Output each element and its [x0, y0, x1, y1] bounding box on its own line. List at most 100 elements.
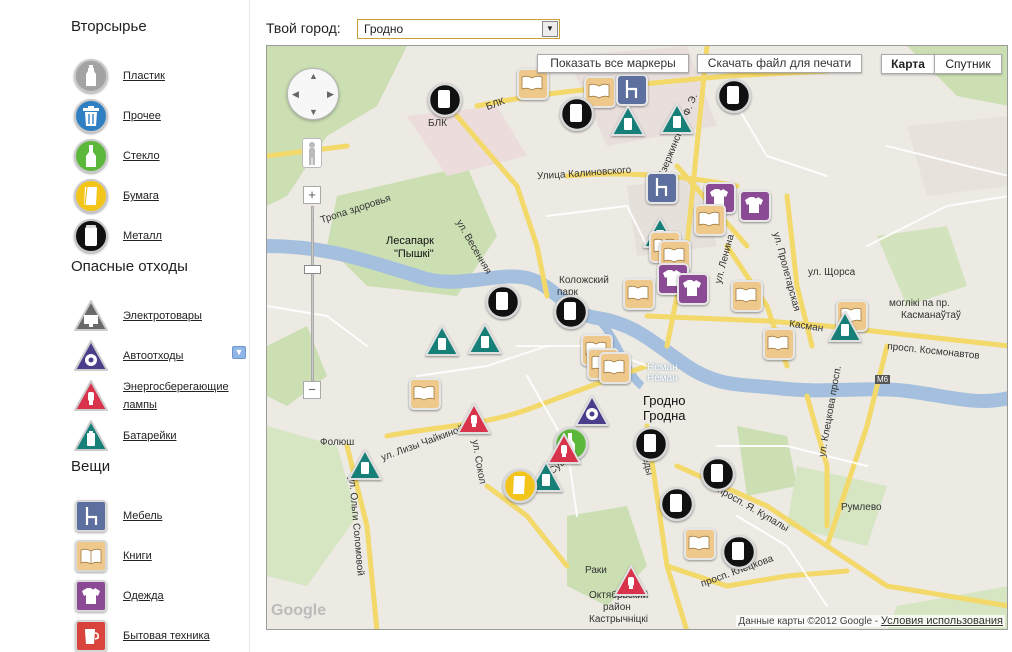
pan-control[interactable]: ▲ ▼ ◀ ▶ — [287, 68, 339, 120]
sidebar-item-label: Стекло — [123, 150, 160, 162]
city-select[interactable]: Гродно ▼ — [357, 19, 560, 39]
highway-badge: M6 — [875, 375, 891, 384]
plastic-bottle-icon — [74, 59, 108, 93]
section-title-things: Вещи — [71, 458, 111, 475]
sidebar-item-paper[interactable]: Бумага — [73, 176, 249, 216]
trash-bin-icon — [74, 99, 108, 133]
appliance-icon — [75, 620, 107, 652]
map-marker-lamps[interactable] — [613, 564, 649, 605]
map-marker-clothes[interactable] — [737, 188, 773, 229]
sidebar-item-appliances[interactable]: Бытовая техника — [73, 616, 249, 652]
sidebar-item-other[interactable]: Прочее — [73, 96, 249, 136]
chair-icon — [75, 500, 107, 532]
map-marker-books[interactable] — [692, 202, 728, 243]
map-marker-books[interactable] — [761, 326, 797, 367]
map-type-map-button[interactable]: Карта — [881, 54, 935, 74]
zoom-in-button[interactable]: + — [303, 186, 321, 204]
sidebar-item-clothes[interactable]: Одежда — [73, 576, 249, 616]
map-marker-books[interactable] — [729, 278, 765, 319]
map[interactable]: БЛК БЛК Улица Калиновского ул. Дзержинск… — [266, 45, 1008, 630]
sidebar-item-label: Книги — [123, 550, 152, 562]
chevron-down-icon[interactable]: ▼ — [232, 346, 246, 359]
sidebar-item-lamps[interactable]: Энергосберегающие лампы — [73, 376, 249, 416]
sidebar-item-label: Металл — [123, 230, 162, 242]
section-title-recyclables: Вторсырье — [71, 18, 147, 35]
map-marker-metal[interactable] — [721, 534, 757, 575]
map-marker-metal[interactable] — [700, 456, 736, 497]
map-marker-furniture[interactable] — [644, 170, 680, 211]
zoom-slider-handle[interactable] — [304, 265, 321, 274]
map-marker-metal[interactable] — [716, 78, 752, 119]
zoom-out-button[interactable]: − — [303, 381, 321, 399]
map-label: Коложский — [559, 275, 609, 286]
sidebar-item-label: Пластик — [123, 70, 165, 82]
map-marker-metal[interactable] — [485, 284, 521, 325]
sidebar-item-label: Мебель — [123, 510, 163, 522]
terms-link[interactable]: Условия использования — [881, 615, 1003, 627]
sidebar-item-batteries[interactable]: Батарейки — [73, 416, 249, 456]
map-label: Фолюш — [320, 437, 355, 448]
tire-icon — [74, 340, 108, 371]
map-label: Румлево — [841, 502, 882, 513]
map-label: моглікі па пр. — [889, 298, 950, 309]
sidebar-item-plastic[interactable]: Пластик — [73, 56, 249, 96]
arrow-up-icon[interactable]: ▲ — [309, 71, 318, 81]
page: Вторсырье Пластик Прочее Стекло Бумага М… — [0, 0, 1012, 652]
map-copyright: Данные карты ©2012 Google - Условия испо… — [736, 615, 1005, 627]
monitor-icon — [74, 300, 108, 331]
map-marker-batteries[interactable] — [827, 310, 863, 351]
map-marker-batteries[interactable] — [424, 324, 460, 365]
arrow-right-icon[interactable]: ▶ — [327, 89, 334, 100]
sidebar-item-label: Одежда — [123, 590, 164, 602]
sidebar-item-furniture[interactable]: Мебель — [73, 496, 249, 536]
map-marker-books[interactable] — [407, 376, 443, 417]
map-label: "Пышкі" — [394, 248, 434, 260]
map-marker-metal[interactable] — [559, 96, 595, 137]
map-marker-batteries[interactable] — [659, 102, 695, 143]
map-label: Нёман — [647, 373, 678, 384]
map-marker-paper[interactable] — [502, 468, 538, 509]
sidebar-item-glass[interactable]: Стекло — [73, 136, 249, 176]
map-marker-lamps[interactable] — [456, 402, 492, 443]
sidebar-item-electronics[interactable]: Электротовары — [73, 296, 249, 336]
map-marker-metal[interactable] — [427, 82, 463, 123]
map-type-satellite-button[interactable]: Спутник — [934, 54, 1002, 74]
map-marker-books[interactable] — [682, 526, 718, 567]
sidebar-item-metal[interactable]: Металл — [73, 216, 249, 256]
arrow-left-icon[interactable]: ◀ — [292, 89, 299, 100]
map-marker-metal[interactable] — [633, 426, 669, 467]
lamps-label-line1: Энергосберегающие — [123, 381, 229, 393]
map-marker-batteries[interactable] — [347, 448, 383, 489]
map-label: Гродна — [643, 408, 686, 423]
sidebar-item-label: Электротовары — [123, 310, 202, 322]
lamps-label-line2: лампы — [123, 399, 157, 411]
map-label: Неман — [647, 362, 678, 373]
map-marker-batteries[interactable] — [610, 104, 646, 145]
map-label: ул. Щорса — [808, 267, 856, 278]
map-label: Раки — [585, 565, 607, 576]
map-marker-books[interactable] — [621, 276, 657, 317]
show-all-markers-button[interactable]: Показать все маркеры — [537, 54, 689, 73]
map-label: Кастрычніцкі — [589, 614, 648, 625]
copyright-text: Данные карты ©2012 Google - — [738, 616, 879, 627]
map-marker-clothes[interactable] — [675, 271, 711, 312]
download-print-button[interactable]: Скачать файл для печати — [697, 54, 862, 73]
map-marker-books[interactable] — [597, 350, 633, 391]
section-title-hazardous: Опасные отходы — [71, 258, 188, 275]
city-selected-value: Гродно — [364, 22, 404, 36]
street-view-pegman-icon[interactable] — [302, 138, 322, 168]
sidebar: Вторсырье Пластик Прочее Стекло Бумага М… — [0, 0, 250, 652]
map-label: Касманаўтаў — [901, 310, 961, 321]
zoom-slider-track[interactable] — [311, 206, 314, 381]
city-label: Твой город: — [266, 20, 341, 36]
sidebar-item-auto[interactable]: Автоотходы — [73, 336, 249, 376]
map-marker-metal[interactable] — [659, 486, 695, 527]
sidebar-item-label: Автоотходы — [123, 350, 184, 362]
map-label: Гродно — [643, 393, 686, 408]
arrow-down-icon[interactable]: ▼ — [309, 107, 318, 117]
map-marker-metal[interactable] — [553, 294, 589, 335]
chevron-down-icon[interactable]: ▼ — [542, 21, 558, 37]
sidebar-item-books[interactable]: Книги — [73, 536, 249, 576]
sidebar-item-label: Прочее — [123, 110, 161, 122]
map-marker-batteries[interactable] — [467, 322, 503, 363]
